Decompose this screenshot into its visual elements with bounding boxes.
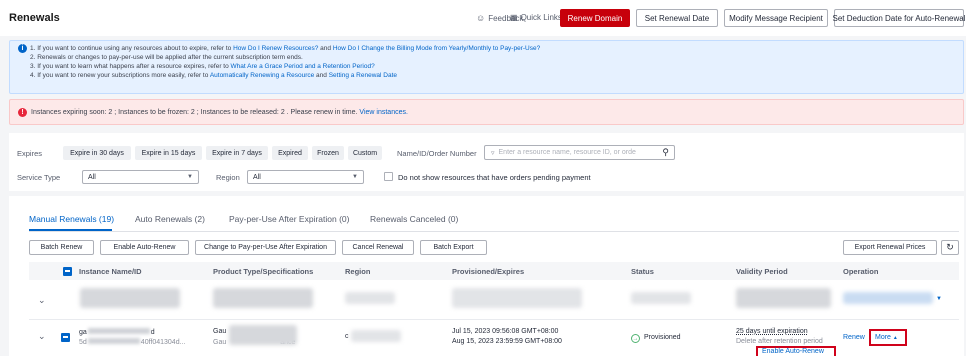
expand-row-icon[interactable]: ⌄ — [38, 295, 46, 306]
redacted-region — [351, 330, 401, 342]
filter-expired[interactable]: Expired — [272, 146, 308, 160]
warning-icon: ! — [18, 108, 27, 117]
redacted-text — [87, 328, 150, 334]
change-billing-link[interactable]: How Do I Change the Billing Mode from Ye… — [333, 45, 540, 52]
filter-custom[interactable]: Custom — [348, 146, 382, 160]
how-renew-link[interactable]: How Do I Renew Resources? — [233, 45, 318, 52]
modify-message-recipient-button[interactable]: Modify Message Recipient — [724, 9, 828, 27]
service-type-select[interactable]: All ▼ — [82, 170, 199, 184]
refresh-icon[interactable]: ↻ — [941, 240, 959, 255]
redacted-region — [345, 292, 395, 304]
service-type-label: Service Type — [17, 173, 61, 182]
chevron-down-icon: ▼ — [187, 174, 193, 180]
expires-time: Aug 15, 2023 23:59:59 GMT+08:00 — [452, 338, 562, 345]
col-instance-name: Instance Name/ID — [79, 267, 142, 276]
pending-payment-label: Do not show resources that have orders p… — [398, 173, 591, 182]
validity-sub: Delete after retention period — [736, 338, 823, 345]
chevron-down-icon[interactable]: ▼ — [936, 296, 942, 302]
export-renewal-prices-button[interactable]: Export Renewal Prices — [843, 240, 937, 255]
instance-name[interactable]: ga d — [79, 328, 155, 336]
view-instances-link[interactable]: View instances. — [359, 109, 408, 116]
region-value: c — [345, 333, 349, 340]
order-number-label: Name/ID/Order Number — [397, 149, 477, 158]
chevron-down-icon: ▼ — [352, 174, 358, 180]
col-status: Status — [631, 267, 654, 276]
filter-expire-7[interactable]: Expire in 7 days — [206, 146, 268, 160]
set-renewal-date-button[interactable]: Set Renewal Date — [636, 9, 718, 27]
info-line-2: 2. Renewals or changes to pay-per-use wi… — [30, 54, 303, 61]
tab-auto-renewals[interactable]: Auto Renewals (2) — [135, 214, 205, 224]
pending-payment-checkbox[interactable] — [384, 172, 393, 181]
filter-expire-30[interactable]: Expire in 30 days — [63, 146, 131, 160]
row-divider — [29, 319, 959, 320]
more-highlight — [869, 329, 907, 346]
batch-export-button[interactable]: Batch Export — [420, 240, 487, 255]
change-to-ppu-button[interactable]: Change to Pay-per-Use After Expiration — [195, 240, 336, 255]
col-provisioned: Provisioned/Expires — [452, 267, 525, 276]
smile-icon: ☺ — [476, 13, 486, 23]
redacted-status — [631, 292, 691, 304]
auto-renew-link[interactable]: Automatically Renewing a Resource — [210, 72, 314, 79]
col-operation: Operation — [843, 267, 879, 276]
quick-links-label: Quick Links — [520, 13, 562, 22]
redacted-instance-name — [80, 288, 180, 308]
instance-id: 5d 40ff041304d... — [79, 338, 186, 346]
dropdown-enable-auto-renew[interactable]: Enable Auto-Renew — [762, 348, 824, 355]
setting-renewal-date-link[interactable]: Setting a Renewal Date — [329, 72, 397, 79]
quick-links-icon: ▦ — [510, 13, 518, 22]
info-line-3: 3. If you want to learn what happens aft… — [30, 63, 375, 70]
search-input[interactable]: ▿ Enter a resource name, resource ID, or… — [484, 145, 675, 160]
enable-auto-renew-button[interactable]: Enable Auto-Renew — [100, 240, 189, 255]
product-type: Gau — [213, 328, 227, 335]
cancel-renewal-button[interactable]: Cancel Renewal — [342, 240, 414, 255]
filter-frozen[interactable]: Frozen — [312, 146, 344, 160]
renew-link[interactable]: Renew — [843, 334, 865, 341]
status-text: Provisioned — [644, 334, 681, 341]
redacted-text — [87, 338, 140, 344]
region-select[interactable]: All ▼ — [247, 170, 364, 184]
warning-text: Instances expiring soon: 2 ; Instances t… — [31, 109, 408, 116]
col-product-type: Product Type/Specifications — [213, 267, 314, 276]
validity-period[interactable]: 25 days until expiration — [736, 328, 808, 335]
expires-label: Expires — [17, 149, 43, 158]
set-deduction-date-button[interactable]: Set Deduction Date for Auto-Renewal — [833, 9, 965, 27]
tab-renewals-canceled[interactable]: Renewals Canceled (0) — [370, 214, 458, 224]
info-icon: i — [18, 44, 27, 53]
batch-renew-button[interactable]: Batch Renew — [29, 240, 94, 255]
redacted-validity — [736, 288, 831, 308]
redacted-dates — [452, 288, 582, 308]
tabs-divider — [29, 231, 959, 232]
redacted-product — [213, 288, 313, 308]
renew-domain-button[interactable]: Renew Domain — [560, 9, 630, 27]
select-all-checkbox[interactable] — [63, 267, 72, 276]
redacted-product — [229, 325, 297, 345]
grace-period-link[interactable]: What Are a Grace Period and a Retention … — [231, 63, 375, 70]
row-checkbox[interactable] — [61, 333, 70, 342]
tab-manual-renewals[interactable]: Manual Renewals (19) — [29, 214, 114, 224]
filter-expire-15[interactable]: Expire in 15 days — [135, 146, 202, 160]
info-line-1: 1. If you want to continue using any res… — [30, 45, 541, 52]
col-region: Region — [345, 267, 371, 276]
expand-row-icon[interactable]: ⌄ — [38, 331, 46, 342]
quick-links-link[interactable]: ▦ Quick Links — [510, 13, 562, 22]
redacted-operation — [843, 292, 933, 304]
filter-icon: ▿ — [491, 149, 495, 157]
info-line-4: 4. If you want to renew your subscriptio… — [30, 72, 398, 79]
tab-pay-per-use[interactable]: Pay-per-Use After Expiration (0) — [229, 214, 349, 224]
provisioned-time: Jul 15, 2023 09:56:08 GMT+08:00 — [452, 328, 559, 335]
search-icon[interactable]: ⚲ — [662, 147, 669, 158]
page-title: Renewals — [9, 12, 60, 24]
col-validity: Validity Period — [736, 267, 788, 276]
region-label: Region — [216, 173, 240, 182]
provisioned-status-icon: → — [631, 334, 640, 343]
